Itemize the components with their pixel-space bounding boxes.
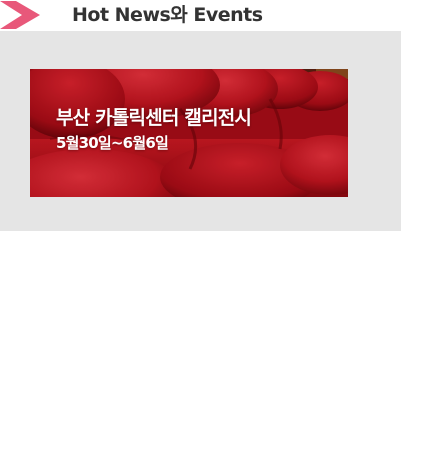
chevron-right-icon	[0, 1, 40, 29]
event-banner[interactable]: 부산 카톨릭센터 캘리전시 5월30일~6월6일	[30, 69, 348, 197]
banner-dates: 5월30일~6월6일	[56, 134, 169, 152]
section-header: Hot News와 Events	[0, 0, 421, 31]
events-panel: 부산 카톨릭센터 캘리전시 5월30일~6월6일	[0, 31, 401, 231]
banner-title: 부산 카톨릭센터 캘리전시	[56, 107, 252, 129]
section-title: Hot News와 Events	[72, 4, 263, 26]
